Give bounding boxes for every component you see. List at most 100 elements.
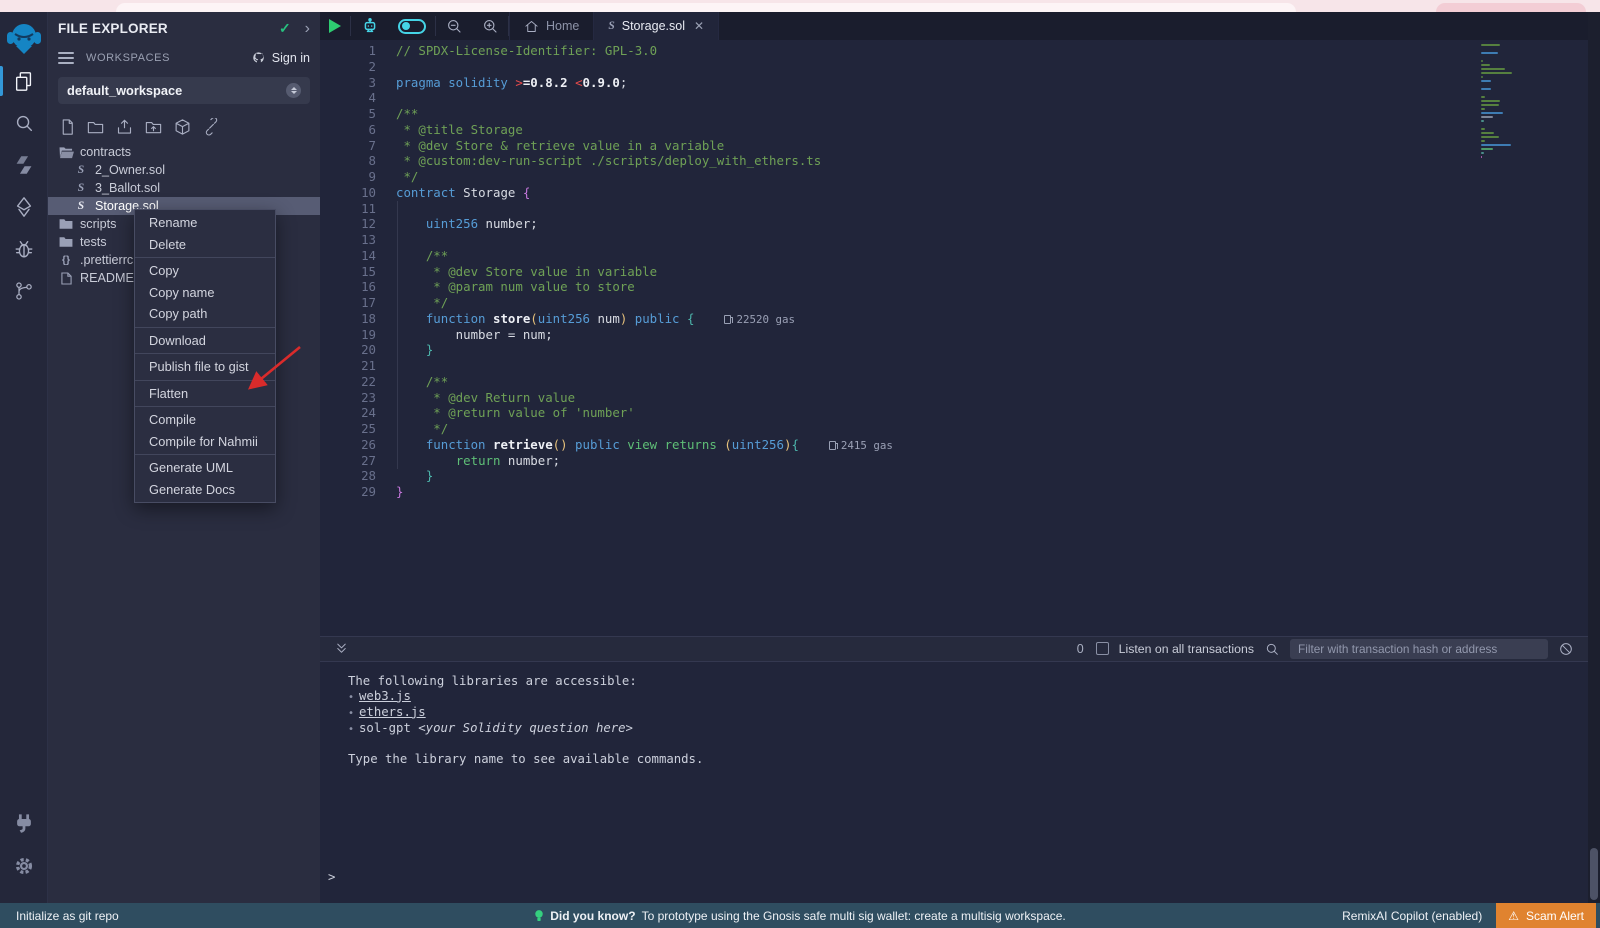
editor-minimap[interactable] (1478, 42, 1544, 162)
workspace-select[interactable]: default_workspace (58, 77, 310, 104)
workspace-sort-icon (286, 83, 301, 98)
code-line-20[interactable]: 20 } (320, 342, 1588, 358)
code-line-26[interactable]: 26 function retrieve() public view retur… (320, 437, 1588, 453)
code-line-24[interactable]: 24 * @return value of 'number' (320, 405, 1588, 421)
menu-item-delete[interactable]: Delete (135, 234, 275, 256)
terminal-prompt[interactable]: > (328, 870, 335, 885)
menu-item-compile[interactable]: Compile (135, 409, 275, 431)
tree-item-3-ballot-sol[interactable]: S3_Ballot.sol (48, 179, 320, 197)
tab-active-label: Storage.sol (622, 19, 685, 33)
plugin-manager-rail-icon[interactable] (0, 803, 48, 845)
tree-item-contracts[interactable]: contracts (48, 143, 320, 161)
git-init-button[interactable]: Initialize as git repo (0, 909, 119, 923)
code-line-1[interactable]: 1// SPDX-License-Identifier: GPL-3.0 (320, 43, 1588, 59)
library-link[interactable]: web3.js (359, 689, 411, 703)
copilot-status[interactable]: RemixAI Copilot (enabled) (1342, 909, 1482, 923)
bullet-icon: • (348, 724, 354, 735)
upload-folder-icon[interactable] (144, 118, 163, 136)
new-folder-icon[interactable] (86, 118, 105, 136)
code-line-15[interactable]: 15 * @dev Store value in variable (320, 264, 1588, 280)
copilot-toggle[interactable] (389, 12, 435, 40)
code-text: pragma solidity >=0.8.2 <0.9.0; (392, 75, 627, 91)
transaction-filter-input[interactable] (1290, 639, 1548, 659)
code-line-22[interactable]: 22 /** (320, 374, 1588, 390)
code-line-17[interactable]: 17 */ (320, 295, 1588, 311)
code-line-27[interactable]: 27 return number; (320, 453, 1588, 469)
terminal-search-icon[interactable] (1264, 641, 1280, 657)
tab-home[interactable]: Home (509, 12, 594, 40)
zoom-in-button[interactable] (472, 12, 508, 40)
load-cube-icon[interactable] (173, 118, 192, 136)
code-line-3[interactable]: 3pragma solidity >=0.8.2 <0.9.0; (320, 75, 1588, 91)
browser-address-bar[interactable] (116, 3, 1296, 12)
file-explorer-rail-icon[interactable] (0, 60, 48, 102)
menu-item-publish-file-to-gist[interactable]: Publish file to gist (135, 356, 275, 378)
code-line-2[interactable]: 2 (320, 59, 1588, 75)
code-line-23[interactable]: 23 * @dev Return value (320, 390, 1588, 406)
code-line-14[interactable]: 14 /** (320, 248, 1588, 264)
code-editor[interactable]: 1// SPDX-License-Identifier: GPL-3.023pr… (320, 40, 1588, 636)
code-line-19[interactable]: 19 number = num; (320, 327, 1588, 343)
import-link-icon[interactable] (202, 118, 221, 136)
file-actions-toolbar (48, 112, 320, 143)
code-line-7[interactable]: 7 * @dev Store & retrieve value in a var… (320, 138, 1588, 154)
settings-rail-icon[interactable] (0, 845, 48, 887)
menu-item-download[interactable]: Download (135, 330, 275, 352)
code-line-4[interactable]: 4 (320, 90, 1588, 106)
upload-file-icon[interactable] (115, 118, 134, 136)
code-line-6[interactable]: 6 * @title Storage (320, 122, 1588, 138)
code-line-5[interactable]: 5/** (320, 106, 1588, 122)
code-text: */ (392, 421, 448, 437)
remix-logo-icon[interactable] (4, 18, 44, 60)
code-line-18[interactable]: 18 function store(uint256 num) public {2… (320, 311, 1588, 327)
scam-alert-button[interactable]: ⚠ Scam Alert (1496, 903, 1596, 928)
terminal-output[interactable]: The following libraries are accessible: … (320, 662, 1588, 903)
scrollbar-thumb[interactable] (1590, 848, 1598, 900)
terminal-intro: The following libraries are accessible: (348, 674, 1588, 689)
solidity-compiler-rail-icon[interactable] (0, 144, 48, 186)
library-name: sol-gpt (359, 721, 418, 735)
zoom-out-button[interactable] (436, 12, 472, 40)
menu-item-copy-path[interactable]: Copy path (135, 303, 275, 325)
code-line-28[interactable]: 28 } (320, 468, 1588, 484)
code-line-29[interactable]: 29} (320, 484, 1588, 500)
code-line-21[interactable]: 21 (320, 358, 1588, 374)
git-rail-icon[interactable] (0, 270, 48, 312)
debugger-rail-icon[interactable] (0, 228, 48, 270)
code-line-11[interactable]: 11 (320, 201, 1588, 217)
browser-controls-pill[interactable] (1436, 3, 1586, 12)
code-line-25[interactable]: 25 */ (320, 421, 1588, 437)
menu-item-generate-uml[interactable]: Generate UML (135, 457, 275, 479)
code-line-8[interactable]: 8 * @custom:dev-run-script ./scripts/dep… (320, 153, 1588, 169)
gas-estimate-badge: 2415 gas (829, 439, 893, 452)
code-line-13[interactable]: 13 (320, 232, 1588, 248)
hamburger-menu-icon[interactable] (58, 49, 74, 67)
menu-item-copy-name[interactable]: Copy name (135, 282, 275, 304)
library-link[interactable]: ethers.js (359, 705, 426, 719)
sign-in-button[interactable]: Sign in (251, 51, 310, 65)
ai-copilot-robot-icon[interactable] (351, 12, 389, 40)
code-line-10[interactable]: 10contract Storage { (320, 185, 1588, 201)
braces-icon: {} (58, 254, 74, 266)
run-script-button[interactable] (320, 12, 350, 40)
menu-item-compile-for-nahmii[interactable]: Compile for Nahmii (135, 431, 275, 453)
deploy-run-rail-icon[interactable] (0, 186, 48, 228)
clear-console-icon[interactable] (1558, 641, 1574, 657)
collapse-terminal-icon[interactable] (334, 641, 349, 656)
close-tab-icon[interactable]: ✕ (694, 19, 704, 33)
tab-storage-sol[interactable]: S Storage.sol ✕ (594, 12, 719, 40)
code-line-9[interactable]: 9 */ (320, 169, 1588, 185)
new-file-icon[interactable] (58, 118, 76, 136)
menu-item-flatten[interactable]: Flatten (135, 383, 275, 405)
menu-item-rename[interactable]: Rename (135, 212, 275, 234)
chevron-right-icon[interactable]: › (305, 21, 310, 37)
code-text: * @title Storage (392, 122, 523, 138)
search-rail-icon[interactable] (0, 102, 48, 144)
listen-checkbox[interactable] (1096, 642, 1109, 655)
tree-item-2-owner-sol[interactable]: S2_Owner.sol (48, 161, 320, 179)
menu-item-generate-docs[interactable]: Generate Docs (135, 479, 275, 501)
code-line-12[interactable]: 12 uint256 number; (320, 216, 1588, 232)
menu-item-copy[interactable]: Copy (135, 260, 275, 282)
code-line-16[interactable]: 16 * @param num value to store (320, 279, 1588, 295)
line-number: 3 (320, 75, 392, 91)
